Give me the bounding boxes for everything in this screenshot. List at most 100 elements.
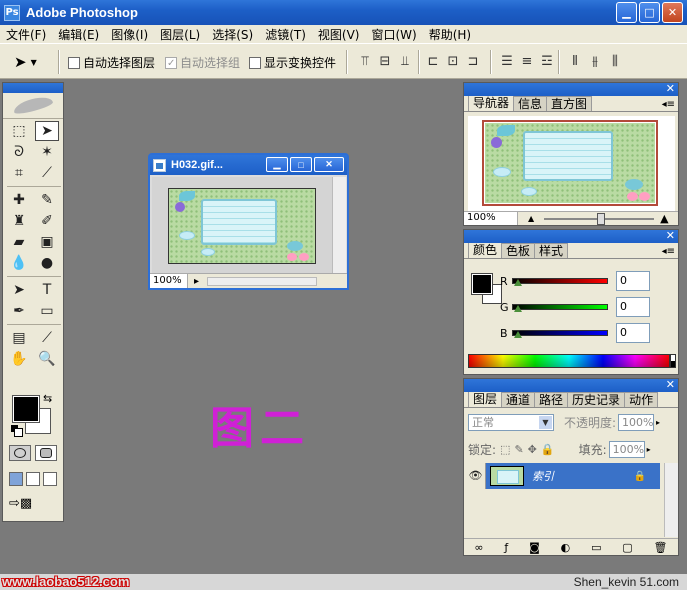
menu-edit[interactable]: 编辑(E) <box>52 26 105 43</box>
layer-style-icon[interactable]: ƒ <box>504 541 508 554</box>
doc-close-button[interactable]: ✕ <box>314 157 344 172</box>
dodge-tool-icon[interactable]: ● <box>35 253 59 273</box>
menu-file[interactable]: 文件(F) <box>0 26 52 43</box>
rectangle-tool-icon[interactable]: ▭ <box>35 301 59 321</box>
opacity-arrow-icon[interactable]: ▸ <box>656 418 660 427</box>
layer-name[interactable]: 索引 <box>532 468 554 484</box>
checkbox-box[interactable] <box>249 56 261 69</box>
tab-navigator[interactable]: 导航器 <box>468 95 515 111</box>
zoom-out-icon[interactable]: ▲ <box>528 214 534 223</box>
tab-swatches[interactable]: 色板 <box>501 243 536 258</box>
color-fg-swatch[interactable] <box>471 273 493 295</box>
trash-icon[interactable]: 🗑 <box>654 541 668 554</box>
palette-close-icon[interactable]: ✕ <box>666 82 675 95</box>
tab-styles[interactable]: 样式 <box>534 243 569 258</box>
document-zoom[interactable]: 100% <box>150 274 188 288</box>
menu-layer[interactable]: 图层(L) <box>154 26 206 43</box>
palette-close-icon[interactable]: ✕ <box>666 378 675 391</box>
align-right-icon[interactable]: ⊐ <box>464 52 482 72</box>
red-slider-handle[interactable] <box>514 279 522 286</box>
menu-image[interactable]: 图像(I) <box>105 26 154 43</box>
crop-tool-icon[interactable]: ⌗ <box>7 163 31 183</box>
screen-mode-full-button[interactable] <box>43 472 57 486</box>
jump-to-imageready-icon[interactable]: ⇨▩ <box>9 496 49 512</box>
red-value-input[interactable]: 0 <box>616 271 650 291</box>
blue-value-input[interactable]: 0 <box>616 323 650 343</box>
magic-wand-tool-icon[interactable]: ✶ <box>35 142 59 162</box>
swap-colors-icon[interactable]: ⇆ <box>43 392 52 405</box>
tab-actions[interactable]: 动作 <box>624 392 659 407</box>
menu-filter[interactable]: 滤镜(T) <box>259 26 312 43</box>
clone-stamp-tool-icon[interactable]: ♜ <box>7 211 31 231</box>
opacity-input[interactable]: 100% <box>618 414 655 431</box>
fill-arrow-icon[interactable]: ▸ <box>647 445 651 454</box>
tab-history[interactable]: 历史记录 <box>567 392 626 407</box>
green-slider[interactable] <box>512 304 608 310</box>
tab-layers[interactable]: 图层 <box>468 391 503 407</box>
align-left-icon[interactable]: ⊏ <box>424 52 442 72</box>
standard-mode-button[interactable] <box>9 445 31 461</box>
healing-brush-tool-icon[interactable]: ✚ <box>7 190 31 210</box>
palette-header[interactable]: ✕ <box>464 229 678 243</box>
green-slider-handle[interactable] <box>514 305 522 312</box>
layer-mask-icon[interactable]: ◙ <box>529 541 540 554</box>
new-layer-icon[interactable]: ▢ <box>622 541 632 554</box>
checkbox-box[interactable] <box>68 56 80 69</box>
blue-slider[interactable] <box>512 330 608 336</box>
horizontal-scrollbar[interactable] <box>207 276 318 286</box>
layer-row[interactable]: 👁 索引 🔒 <box>466 463 660 489</box>
palette-menu-icon[interactable]: ◂≡ <box>662 246 675 257</box>
lasso-tool-icon[interactable]: ᘐ <box>7 142 31 162</box>
gradient-tool-icon[interactable]: ▣ <box>35 232 59 252</box>
document-title-bar[interactable]: H032.gif... ▁ □ ✕ <box>150 155 347 175</box>
tab-info[interactable]: 信息 <box>513 96 548 111</box>
distribute-left-icon[interactable]: ⫴ <box>566 52 584 72</box>
zoom-slider[interactable] <box>544 212 655 225</box>
checkbox-box[interactable] <box>165 56 177 69</box>
feather-logo-icon[interactable] <box>3 93 63 119</box>
distribute-top-icon[interactable]: ☰ <box>498 52 516 72</box>
distribute-vcenter-icon[interactable]: ≡ <box>518 52 536 72</box>
align-bottom-icon[interactable]: ⫫ <box>396 52 414 72</box>
palette-close-icon[interactable]: ✕ <box>666 229 675 242</box>
show-transform-checkbox[interactable]: 显示变换控件 <box>249 54 336 71</box>
navigator-zoom[interactable]: 100% <box>464 212 518 225</box>
tab-color[interactable]: 颜色 <box>468 242 503 258</box>
fill-input[interactable]: 100% <box>608 441 645 458</box>
doc-maximize-button[interactable]: □ <box>290 157 312 172</box>
lock-paint-icon[interactable]: ✎ <box>514 443 523 456</box>
auto-select-group-checkbox[interactable]: 自动选择组 <box>165 54 240 71</box>
distribute-right-icon[interactable]: ⫼ <box>606 52 624 72</box>
zoom-slider-knob[interactable] <box>596 212 605 225</box>
default-colors-icon[interactable] <box>11 425 23 437</box>
color-spectrum-ramp[interactable] <box>468 354 670 368</box>
blue-slider-handle[interactable] <box>514 331 522 338</box>
zoom-tool-icon[interactable]: 🔍 <box>35 349 59 369</box>
tool-preset-picker[interactable]: ➤ ▼ <box>14 52 44 72</box>
toolbox-header[interactable] <box>3 83 63 93</box>
lock-transparency-icon[interactable]: ⬚ <box>500 443 510 456</box>
slice-tool-icon[interactable]: ⟋ <box>35 163 59 183</box>
close-button[interactable]: ✕ <box>662 2 683 23</box>
eye-icon[interactable]: 👁 <box>466 463 486 489</box>
minimize-button[interactable]: ▁ <box>616 2 637 23</box>
blend-mode-select[interactable]: 正常 ▼ <box>468 414 554 431</box>
align-top-icon[interactable]: ⫪ <box>356 52 374 72</box>
chevron-down-icon[interactable]: ▼ <box>539 416 552 429</box>
screen-mode-menubar-button[interactable] <box>26 472 40 486</box>
navigator-preview[interactable] <box>468 116 675 216</box>
notes-tool-icon[interactable]: ▤ <box>7 328 31 348</box>
black-white-ramp[interactable] <box>670 354 676 368</box>
menu-view[interactable]: 视图(V) <box>312 26 366 43</box>
menu-help[interactable]: 帮助(H) <box>423 26 477 43</box>
history-brush-tool-icon[interactable]: ✐ <box>35 211 59 231</box>
lock-move-icon[interactable]: ✥ <box>528 443 537 456</box>
zoom-in-icon[interactable]: ▲ <box>660 212 668 225</box>
eyedropper-tool-icon[interactable]: ⟋ <box>35 328 59 348</box>
tab-channels[interactable]: 通道 <box>501 392 536 407</box>
adjustment-layer-icon[interactable]: ◐ <box>561 541 571 554</box>
foreground-color-swatch[interactable] <box>12 395 40 423</box>
align-hcenter-icon[interactable]: ⊡ <box>444 52 462 72</box>
green-value-input[interactable]: 0 <box>616 297 650 317</box>
tab-histogram[interactable]: 直方图 <box>546 96 593 111</box>
